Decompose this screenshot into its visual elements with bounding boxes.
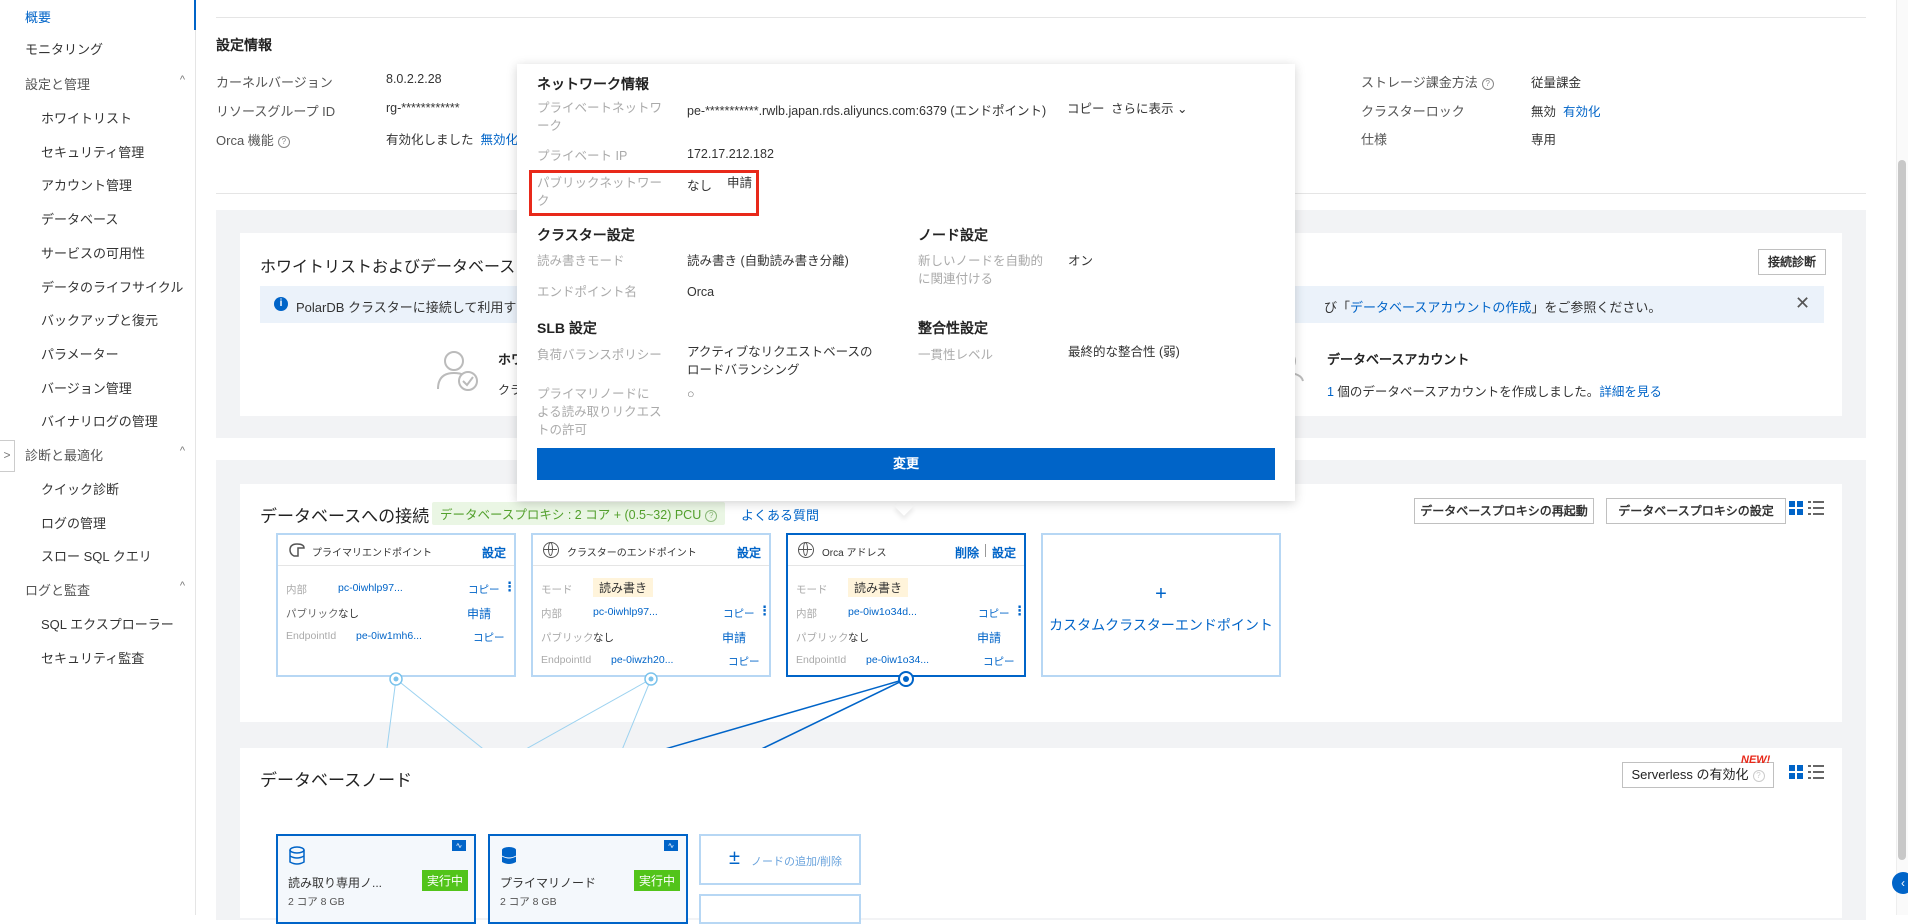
sidebar: 概要 モニタリング 設定と管理 ^ ホワイトリスト セキュリティ管理 アカウント… — [0, 0, 196, 915]
private-ip-value: 172.17.212.182 — [687, 147, 774, 161]
sidebar-item-databases[interactable]: データベース — [41, 209, 118, 228]
sidebar-group-diagnostics[interactable]: 診断と最適化 ^ — [25, 445, 185, 464]
primary-read-label: プライマリノードによる読み取りリクエストの許可 — [537, 387, 662, 437]
sidebar-item-security-audit[interactable]: セキュリティ監査 — [41, 648, 144, 667]
private-network-value: pe-***********.rwlb.japan.rds.aliyuncs.c… — [687, 104, 1047, 118]
sidebar-item-slow-sql[interactable]: スロー SQL クエリ — [41, 546, 152, 565]
consistency-level-value: 最終的な整合性 (弱) — [1068, 345, 1180, 359]
help-icon: ? — [1752, 769, 1765, 782]
sidebar-item-accounts[interactable]: アカウント管理 — [41, 175, 132, 194]
sidebar-item-backup[interactable]: バックアップと復元 — [41, 310, 158, 329]
primary-read-toggle[interactable]: ○ — [687, 385, 695, 403]
read-only-node-card[interactable]: ∿ 読み取り専用ノ... 実行中 2 コア 8 GB — [276, 834, 476, 924]
private-ip-label: プライベート IP — [537, 149, 628, 163]
sidebar-item-versions[interactable]: バージョン管理 — [41, 378, 132, 397]
node-name: 読み取り専用ノ... — [288, 876, 383, 890]
node-spec: 2 コア 8 GB — [500, 896, 557, 908]
list-view-icon[interactable] — [1808, 765, 1824, 779]
monitor-icon[interactable]: ∿ — [664, 840, 678, 851]
consistency-settings-title: 整合性設定 — [918, 320, 988, 336]
sidebar-item-sql-explorer[interactable]: SQL エクスプローラー — [41, 614, 174, 633]
highlight-box — [529, 170, 759, 216]
sidebar-group-label: 診断と最適化 — [25, 448, 104, 463]
sidebar-item-availability[interactable]: サービスの可用性 — [41, 243, 145, 262]
add-remove-label: ノードの追加/削除 — [751, 856, 843, 868]
monitor-icon[interactable]: ∿ — [452, 840, 466, 851]
sidebar-item-label: 概要 — [25, 10, 52, 25]
endpoint-name-value: Orca — [687, 285, 715, 299]
sidebar-item-overview[interactable]: 概要 — [0, 0, 196, 30]
node-action-button[interactable] — [699, 894, 861, 924]
chevron-up-icon: ^ — [179, 580, 185, 592]
slb-settings-title: SLB 設定 — [537, 320, 597, 336]
sidebar-group-label: ログと監査 — [25, 583, 91, 598]
new-badge: NEW! — [1741, 754, 1771, 766]
sidebar-group-settings[interactable]: 設定と管理 ^ — [25, 74, 185, 93]
sidebar-item-logs[interactable]: ログの管理 — [41, 513, 106, 532]
plus-minus-icon: ± — [729, 847, 740, 869]
show-more-link[interactable]: さらに表示 ⌄ — [1111, 100, 1187, 118]
auto-associate-label: 新しいノードを自動的に関連付ける — [918, 254, 1044, 286]
database-icon — [501, 847, 517, 864]
cluster-settings-title: クラスター設定 — [537, 227, 635, 243]
sidebar-group-audit[interactable]: ログと監査 ^ — [25, 580, 185, 599]
sidebar-collapse-toggle[interactable]: > — [0, 440, 15, 472]
sidebar-item-whitelist[interactable]: ホワイトリスト — [41, 108, 132, 127]
sidebar-item-binlog[interactable]: バイナリログの管理 — [41, 411, 158, 430]
nodes-title: データベースノード — [260, 771, 413, 790]
auto-associate-value: オン — [1068, 254, 1094, 268]
node-spec: 2 コア 8 GB — [288, 896, 345, 908]
endpoint-name-label: エンドポイント名 — [537, 285, 638, 299]
copy-link[interactable]: コピー — [1067, 100, 1105, 118]
help-float-icon[interactable]: ‹ — [1892, 872, 1908, 894]
network-info-title: ネットワーク情報 — [537, 76, 649, 92]
nodes-card — [240, 748, 1842, 918]
rw-mode-label: 読み書きモード — [537, 254, 625, 268]
node-name: プライマリノード — [500, 876, 597, 890]
network-info-popover: ネットワーク情報 プライベートネットワーク pe-***********.rwl… — [517, 64, 1295, 501]
database-icon — [289, 846, 305, 865]
sidebar-group-label: 設定と管理 — [25, 77, 91, 92]
primary-node-card[interactable]: ∿ プライマリノード 実行中 2 コア 8 GB — [488, 834, 688, 924]
sidebar-item-parameters[interactable]: パラメーター — [41, 344, 119, 363]
lb-policy-label: 負荷バランスポリシー — [537, 348, 662, 362]
node-status-badge: 実行中 — [633, 870, 680, 891]
add-remove-node-button[interactable]: ± ノードの追加/削除 — [699, 834, 861, 885]
chevron-up-icon: ^ — [179, 74, 185, 86]
rw-mode-value: 読み書き (自動読み書き分離) — [687, 254, 849, 268]
consistency-level-label: 一貫性レベル — [918, 348, 994, 362]
lb-policy-value: アクティブなリクエストベースのロードバランシング — [687, 345, 873, 377]
sidebar-item-lifecycle[interactable]: データのライフサイクル — [41, 277, 183, 296]
node-status-badge: 実行中 — [421, 870, 468, 891]
grid-view-icon[interactable] — [1789, 765, 1803, 779]
node-settings-title: ノード設定 — [918, 227, 988, 243]
chevron-up-icon: ^ — [179, 445, 185, 457]
sidebar-item-monitoring[interactable]: モニタリング — [25, 39, 103, 58]
change-button[interactable]: 変更 — [537, 448, 1275, 480]
chevron-down-icon: ⌄ — [1177, 102, 1188, 116]
sidebar-item-security[interactable]: セキュリティ管理 — [41, 142, 144, 161]
scrollbar-thumb[interactable] — [1898, 160, 1906, 860]
private-network-label: プライベートネットワーク — [537, 101, 663, 133]
sidebar-item-quick-diagnosis[interactable]: クイック診断 — [41, 479, 119, 498]
